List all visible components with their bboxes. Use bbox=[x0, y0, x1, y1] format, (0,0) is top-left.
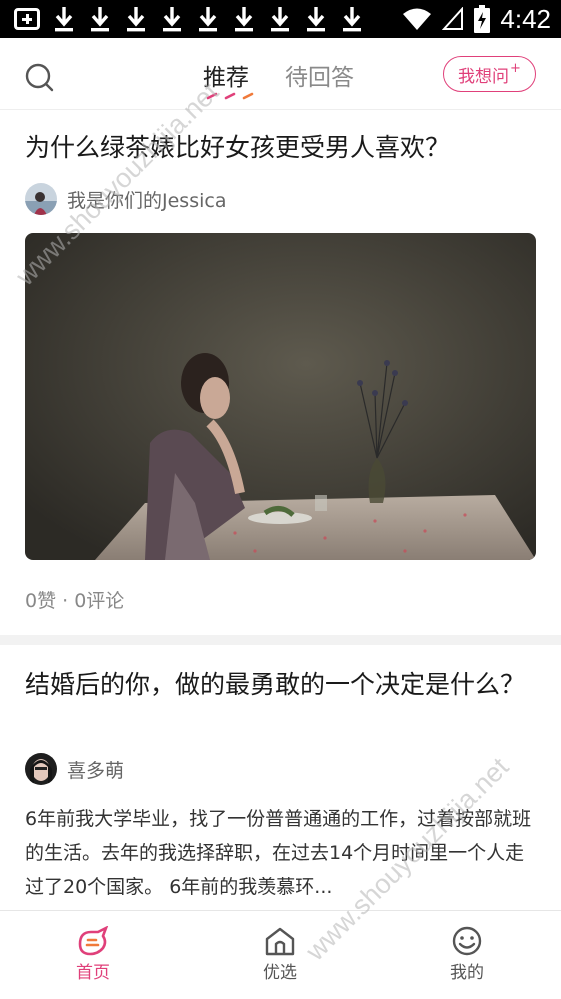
nav-me[interactable]: 我的 bbox=[422, 911, 512, 999]
author-name[interactable]: 我是你们的Jessica bbox=[67, 186, 226, 213]
notification-plus-icon bbox=[14, 8, 40, 30]
avatar[interactable] bbox=[25, 183, 57, 215]
post-author[interactable]: 我是你们的Jessica bbox=[25, 182, 226, 216]
home-logo-icon bbox=[78, 926, 109, 956]
post-cover-image[interactable] bbox=[25, 233, 536, 560]
post-stats: 0赞 · 0评论 bbox=[25, 590, 125, 612]
system-icons: 4:42 bbox=[402, 0, 551, 38]
ask-button-label: 我想问 bbox=[458, 66, 510, 87]
download-icon bbox=[340, 4, 364, 34]
clock: 4:42 bbox=[500, 3, 551, 34]
author-name[interactable]: 喜多萌 bbox=[67, 756, 124, 783]
download-icon bbox=[304, 4, 328, 34]
download-icon bbox=[160, 4, 184, 34]
search-icon[interactable] bbox=[22, 60, 56, 94]
tab-recommend[interactable]: 推荐 bbox=[203, 58, 249, 92]
tab-pending-answers[interactable]: 待回答 bbox=[285, 58, 354, 92]
download-icon bbox=[232, 4, 256, 34]
download-icon bbox=[52, 4, 76, 34]
nav-me-label: 我的 bbox=[450, 963, 484, 983]
wifi-icon bbox=[403, 8, 432, 30]
download-icon bbox=[88, 4, 112, 34]
notification-icons bbox=[14, 0, 364, 38]
download-icon bbox=[268, 4, 292, 34]
nav-home-label: 首页 bbox=[76, 963, 110, 983]
nav-home[interactable]: 首页 bbox=[48, 911, 138, 999]
avatar[interactable] bbox=[25, 753, 57, 785]
battery-charging-icon bbox=[474, 5, 491, 33]
nav-picks[interactable]: 优选 bbox=[235, 911, 325, 999]
bottom-navigation: 首页 优选 我的 bbox=[0, 910, 561, 999]
nav-picks-label: 优选 bbox=[263, 963, 297, 983]
top-header: 推荐 待回答 我想问 + bbox=[0, 38, 561, 110]
plus-icon: + bbox=[510, 60, 521, 76]
section-divider bbox=[0, 635, 561, 645]
ask-question-button[interactable]: 我想问 + bbox=[443, 56, 536, 92]
post-title[interactable]: 为什么绿茶婊比好女孩更受男人喜欢？ bbox=[25, 130, 536, 166]
download-icon bbox=[124, 4, 148, 34]
smiley-icon bbox=[452, 926, 482, 956]
download-icon bbox=[196, 4, 220, 34]
signal-icon bbox=[442, 7, 464, 30]
tab-active-indicator bbox=[206, 92, 254, 100]
post-author[interactable]: 喜多萌 bbox=[25, 752, 124, 786]
post-title[interactable]: 结婚后的你，做的最勇敢的一个决定是什么？ bbox=[25, 667, 536, 703]
post-excerpt[interactable]: 6年前我大学毕业，找了一份普普通通的工作，过着按部就班的生活。去年的我选择辞职，… bbox=[25, 802, 537, 904]
pick-house-icon bbox=[265, 927, 295, 956]
status-bar: 4:42 bbox=[0, 0, 561, 38]
